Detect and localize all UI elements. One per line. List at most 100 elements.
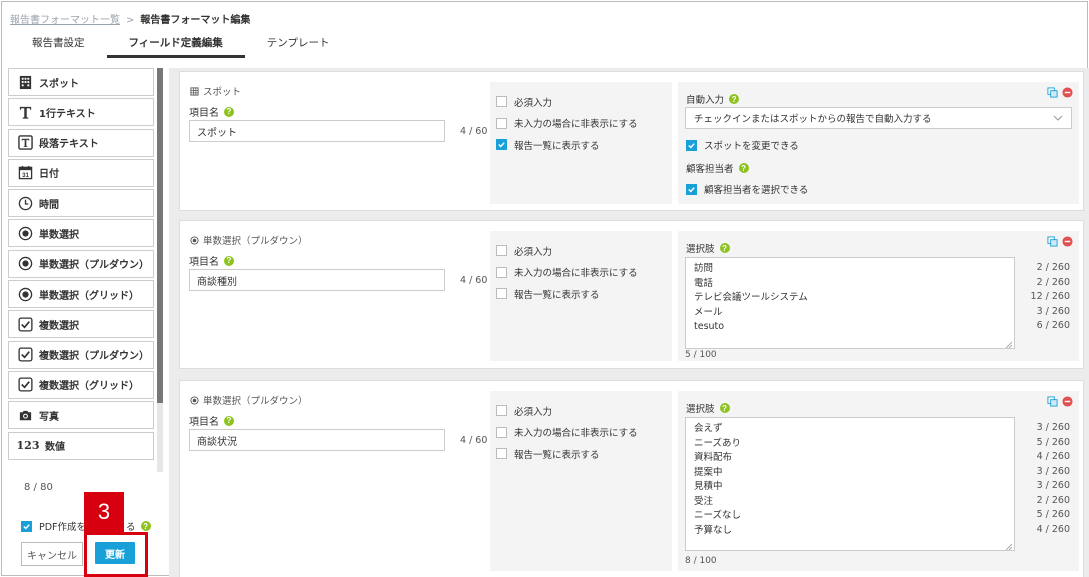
choices-title-text: 選択肢 [686, 244, 715, 255]
tab-bar: 報告書設定 フィールド定義編集 テンプレート [10, 28, 351, 58]
delete-icon[interactable] [1062, 396, 1073, 410]
pdf-checkbox[interactable] [21, 520, 32, 532]
option-label: 未入力の場合に非表示にする [514, 119, 638, 131]
help-icon[interactable]: ? [224, 415, 234, 426]
resize-handle[interactable] [1005, 542, 1013, 551]
palette-item[interactable]: 単数選択（グリッド） [8, 280, 154, 309]
show-in-list-checkbox[interactable] [496, 139, 507, 151]
help-icon[interactable]: ? [224, 255, 234, 266]
help-icon[interactable]: ? [719, 243, 730, 253]
option-hide-if-empty[interactable]: 未入力の場合に非表示にする [490, 422, 672, 444]
option-required[interactable]: 必須入力 [490, 91, 672, 113]
help-icon[interactable]: ? [224, 106, 234, 117]
delete-icon[interactable] [1062, 236, 1073, 250]
select-contact-checkbox[interactable] [686, 183, 697, 195]
palette-scrollbar[interactable] [157, 68, 163, 472]
palette-item[interactable]: 写真 [8, 401, 154, 430]
palette-item-label: 1行テキスト [39, 108, 96, 120]
choice-line: 電話 [694, 277, 714, 289]
palette-item-label: 複数選択 [39, 320, 79, 332]
required-checkbox[interactable] [496, 405, 507, 417]
option-hide-if-empty[interactable]: 未入力の場合に非表示にする [490, 262, 672, 284]
palette-item[interactable]: 単数選択 [8, 219, 154, 248]
palette-item[interactable]: 複数選択 [8, 310, 154, 339]
tab-field-definition[interactable]: フィールド定義編集 [106, 28, 245, 58]
choices-textarea[interactable]: 会えず ニーズあり 資料配布 提案中 見積中 受注 ニーズなし 予算なし [685, 417, 1015, 551]
option-change-spot[interactable]: スポットを変更できる [686, 138, 799, 152]
choice-count: 4 / 260 [1036, 451, 1070, 462]
copy-icon[interactable] [1047, 87, 1058, 101]
show-in-list-checkbox[interactable] [496, 448, 507, 460]
palette-item[interactable]: 123 数値 [8, 431, 154, 460]
delete-icon[interactable] [1062, 87, 1073, 101]
option-hide-if-empty[interactable]: 未入力の場合に非表示にする [490, 113, 672, 135]
clock-icon [17, 195, 33, 211]
resize-handle[interactable] [1005, 340, 1013, 349]
option-required[interactable]: 必須入力 [490, 400, 672, 422]
option-required[interactable]: 必須入力 [490, 240, 672, 262]
help-icon[interactable]: ? [729, 94, 740, 104]
item-name-input[interactable]: 商談状況 [189, 429, 445, 451]
palette-item[interactable]: 段落テキスト [8, 128, 154, 157]
show-in-list-checkbox[interactable] [496, 288, 507, 300]
palette-item-label: 時間 [39, 199, 59, 211]
palette-item[interactable]: 1行テキスト [8, 98, 154, 127]
radio-icon [17, 256, 33, 272]
item-name-input[interactable]: 商談種別 [189, 269, 445, 291]
option-label: 必須入力 [514, 246, 553, 258]
palette-item[interactable]: スポット [8, 68, 154, 96]
char-count: 4 / 60 [460, 126, 488, 137]
hide-if-empty-checkbox[interactable] [496, 426, 507, 438]
help-icon[interactable]: ? [738, 163, 749, 173]
breadcrumb-separator: > [126, 15, 135, 26]
tab-report-settings[interactable]: 報告書設定 [10, 28, 107, 58]
update-button[interactable]: 更新 [95, 542, 135, 564]
number-icon: 123 [16, 439, 40, 453]
field-card-deal-status[interactable]: 単数選択（プルダウン） 項目名? 商談状況 4 / 60 必須入力 未入力の場合… [179, 380, 1084, 577]
choice-counts: 3 / 260 5 / 260 4 / 260 3 / 260 3 / 260 … [1037, 421, 1070, 537]
copy-icon[interactable] [1047, 396, 1058, 410]
palette-item[interactable]: 時間 [8, 189, 154, 218]
field-card-deal-type[interactable]: 単数選択（プルダウン） 項目名? 商談種別 4 / 60 必須入力 未入力の場合… [179, 220, 1084, 369]
palette-item[interactable]: 31 日付 [8, 158, 154, 187]
option-show-in-list[interactable]: 報告一覧に表示する [490, 134, 672, 156]
choices-textarea[interactable]: 訪問 電話 テレビ会議ツールシステム メール tesuto [685, 257, 1015, 349]
radio-icon [190, 395, 199, 405]
grid-icon [190, 86, 199, 96]
choice-count: 3 / 260 [1036, 305, 1070, 317]
auto-input-select[interactable]: チェックインまたはスポットからの報告で自動入力する [685, 107, 1072, 129]
chevron-down-icon [1053, 113, 1063, 124]
choices-total: 8 / 100 [685, 556, 717, 566]
pdf-label: PDF作成を [39, 522, 87, 533]
field-palette: スポット 1行テキスト段落テキスト 31 日付時間単数選択 単数選択（プルダウン） 単数選… [8, 68, 163, 472]
hide-if-empty-checkbox[interactable] [496, 266, 507, 278]
palette-item[interactable]: 複数選択（グリッド） [8, 370, 154, 399]
option-show-in-list[interactable]: 報告一覧に表示する [490, 443, 672, 465]
breadcrumb-parent-link[interactable]: 報告書フォーマット一覧 [10, 15, 120, 26]
choices-panel: 選択肢? 会えず ニーズあり 資料配布 提案中 見積中 受注 ニーズなし 予算な… [678, 391, 1079, 571]
card-actions [1047, 87, 1073, 101]
field-card-spot[interactable]: スポット 項目名? スポット 4 / 60 必須入力 未入力の場合に非表示にする… [179, 71, 1084, 211]
item-name-label-text: 項目名 [189, 108, 219, 119]
item-name-input[interactable]: スポット [189, 120, 445, 142]
palette-item-label: 日付 [39, 169, 59, 181]
palette-item[interactable]: 単数選択（プルダウン） [8, 249, 154, 278]
copy-icon[interactable] [1047, 236, 1058, 250]
cancel-button[interactable]: キャンセル [21, 542, 83, 566]
help-icon[interactable]: ? [140, 521, 151, 531]
tab-template[interactable]: テンプレート [245, 28, 352, 58]
required-checkbox[interactable] [496, 245, 507, 257]
text-t-icon [17, 104, 33, 120]
auto-input-title-text: 自動入力 [686, 95, 725, 106]
option-select-contact[interactable]: 顧客担当者を選択できる [686, 182, 808, 196]
help-icon[interactable]: ? [719, 403, 730, 413]
hide-if-empty-checkbox[interactable] [496, 117, 507, 129]
item-name-label: 項目名? [189, 104, 234, 119]
required-checkbox[interactable] [496, 96, 507, 108]
palette-item[interactable]: 複数選択（プルダウン） [8, 340, 154, 369]
palette-scroll-thumb[interactable] [157, 68, 163, 403]
option-show-in-list[interactable]: 報告一覧に表示する [490, 283, 672, 305]
choices-panel: 選択肢? 訪問 電話 テレビ会議ツールシステム メール tesuto 2 / 2… [678, 231, 1079, 361]
choice-count: 3 / 260 [1036, 422, 1070, 433]
change-spot-checkbox[interactable] [686, 139, 697, 151]
